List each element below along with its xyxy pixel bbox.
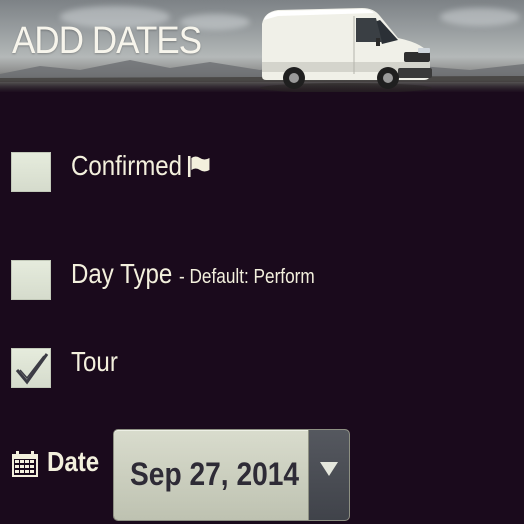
tour-row: Tour	[0, 346, 524, 390]
calendar-icon	[11, 450, 39, 483]
date-select[interactable]: Sep 27, 2014	[114, 430, 349, 520]
date-label: Date	[47, 446, 100, 477]
header-banner: ADD DATES	[0, 0, 524, 92]
day-type-checkbox[interactable]	[11, 260, 51, 300]
chevron-down-icon	[320, 462, 338, 476]
confirmed-row: Confirmed	[0, 150, 524, 194]
confirmed-label-text: Confirmed	[71, 150, 183, 181]
van-image	[260, 8, 432, 92]
date-value: Sep 27, 2014	[130, 456, 300, 492]
cloud	[440, 8, 520, 26]
day-type-label-text: Day Type	[71, 258, 173, 289]
confirmed-label: Confirmed	[71, 150, 211, 184]
day-type-label: Day Type - Default: Perform	[71, 258, 315, 290]
day-type-default-text: - Default: Perform	[178, 266, 315, 288]
tour-label: Tour	[71, 346, 118, 377]
tour-checkbox[interactable]	[11, 348, 51, 388]
day-type-row: Day Type - Default: Perform	[0, 258, 524, 302]
checkmark-icon	[15, 353, 49, 385]
date-dropdown-button[interactable]	[309, 430, 349, 520]
flag-icon	[187, 152, 211, 184]
confirmed-checkbox[interactable]	[11, 152, 51, 192]
page-title: ADD DATES	[12, 20, 202, 62]
